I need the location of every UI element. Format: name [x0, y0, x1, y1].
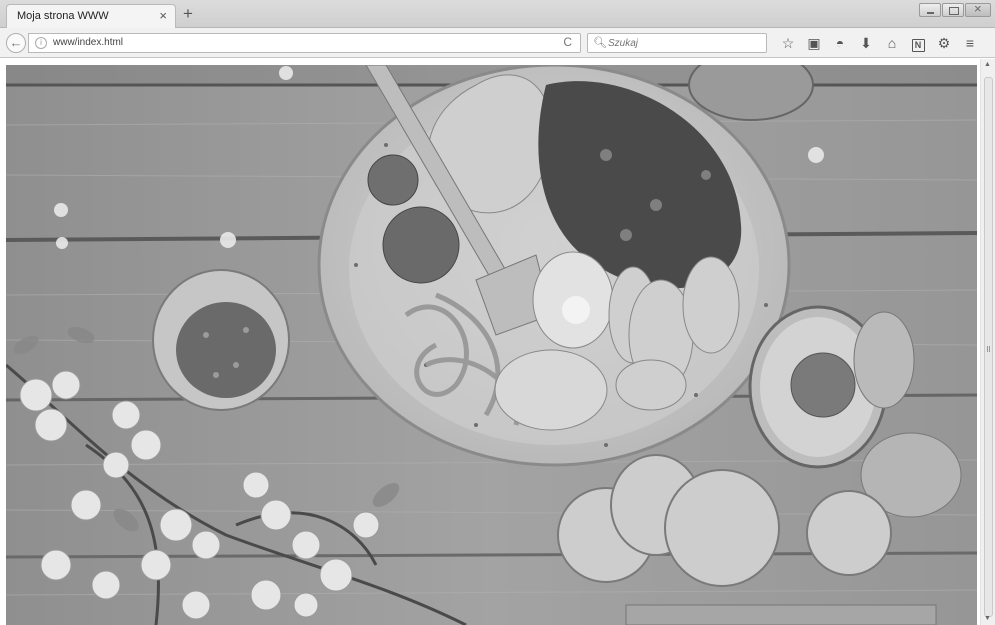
search-box[interactable]: 🔍︎: [587, 33, 767, 53]
hero-image: [6, 65, 977, 625]
tab-strip: Moja strona WWW × +: [0, 0, 995, 28]
scroll-down-icon[interactable]: ▼: [984, 615, 991, 622]
tab-active[interactable]: Moja strona WWW ×: [6, 4, 176, 28]
url-bar[interactable]: i www/index.html C: [28, 33, 581, 53]
page-content: ▲ ▼: [0, 59, 995, 625]
tab-title: Moja strona WWW: [17, 10, 109, 22]
scroll-grip-icon: [987, 346, 990, 352]
scroll-up-icon[interactable]: ▲: [984, 61, 991, 68]
search-input[interactable]: [608, 38, 758, 49]
menu-icon[interactable]: ≡: [957, 33, 983, 53]
navigation-toolbar: ← i www/index.html C 🔍︎ ☆ ▣ ◓ ⬇ ⌂ N ⚙ ≡: [0, 28, 995, 58]
new-tab-button[interactable]: +: [183, 4, 193, 24]
minimize-button[interactable]: [919, 3, 941, 17]
bookmark-star-icon[interactable]: ☆: [775, 33, 801, 53]
reload-icon[interactable]: C: [563, 35, 572, 49]
extension-gear-icon-glyph: ⚙: [937, 35, 951, 51]
food-bowl-photo: [6, 65, 977, 625]
reading-list-icon-glyph: ▣: [807, 35, 821, 51]
home-icon-glyph: ⌂: [887, 35, 897, 51]
extension-gear-icon[interactable]: ⚙: [931, 33, 957, 53]
maximize-button[interactable]: [942, 3, 964, 17]
window-controls: [919, 1, 991, 17]
vertical-scrollbar[interactable]: ▲ ▼: [980, 59, 995, 625]
search-icon: 🔍︎: [593, 37, 607, 49]
download-icon-glyph: ⬇: [860, 35, 872, 51]
extension-n-icon[interactable]: N: [905, 33, 931, 53]
url-text[interactable]: www/index.html: [53, 37, 123, 48]
pocket-icon[interactable]: ◓: [827, 33, 853, 53]
extension-n-icon-glyph: N: [911, 39, 925, 52]
scroll-thumb[interactable]: [984, 77, 993, 617]
bookmark-star-icon-glyph: ☆: [781, 35, 795, 51]
toolbar-icons: ☆ ▣ ◓ ⬇ ⌂ N ⚙ ≡: [775, 33, 983, 53]
info-icon[interactable]: i: [35, 37, 47, 49]
window-close-button[interactable]: [965, 1, 991, 17]
home-icon[interactable]: ⌂: [879, 33, 905, 53]
back-button[interactable]: ←: [6, 33, 26, 53]
menu-icon-glyph: ≡: [965, 35, 975, 51]
download-icon[interactable]: ⬇: [853, 33, 879, 53]
close-tab-icon[interactable]: ×: [159, 8, 167, 23]
reading-list-icon[interactable]: ▣: [801, 33, 827, 53]
pocket-icon-glyph: ◓: [835, 35, 845, 51]
